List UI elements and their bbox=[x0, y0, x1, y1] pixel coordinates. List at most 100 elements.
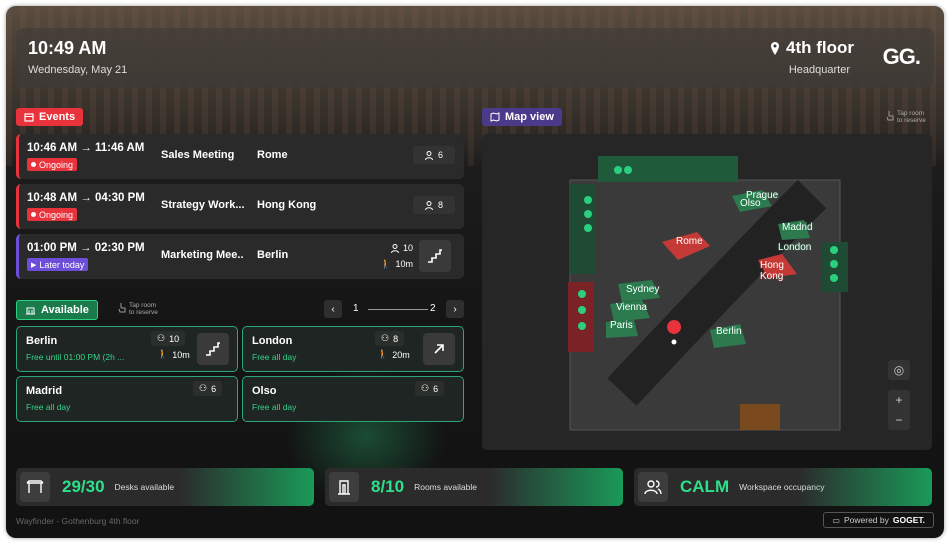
map-room-label[interactable]: Sydney bbox=[626, 284, 659, 295]
walking-icon: 🚶 bbox=[157, 349, 169, 359]
stairs-icon bbox=[206, 342, 220, 356]
event-card[interactable]: 10:46 AM → 11:46 AM Ongoing Sales Meetin… bbox=[16, 134, 464, 179]
occupancy-stat: CALM Workspace occupancy bbox=[634, 468, 932, 506]
available-room-card[interactable]: Berlin Free until 01:00 PM (2h ... ⚇ 10 🚶… bbox=[16, 326, 238, 372]
events-label: Events bbox=[16, 108, 84, 126]
pagination-line bbox=[368, 309, 428, 310]
rooms-stat: 8/10 Rooms available bbox=[325, 468, 623, 506]
map-view-label[interactable]: Map view bbox=[482, 108, 562, 126]
zoom-controls: + − bbox=[888, 390, 910, 430]
goget-brand: GOGET. bbox=[892, 515, 925, 525]
stairs-icon bbox=[428, 249, 442, 263]
chevron-left-icon: ‹ bbox=[331, 303, 335, 315]
room-status: Free all day bbox=[252, 402, 297, 412]
map-view-text: Map view bbox=[505, 111, 554, 123]
status-badge: Ongoing bbox=[27, 208, 78, 221]
recenter-button[interactable]: ◎ bbox=[888, 360, 910, 380]
walking-icon: 🚶 bbox=[377, 349, 389, 359]
event-room: Rome bbox=[257, 149, 288, 161]
map-room-label[interactable]: Olso bbox=[740, 198, 761, 209]
rooms-value: 8/10 bbox=[371, 477, 405, 496]
event-card[interactable]: 01:00 PM → 02:30 PM ▶ Later today Marketi… bbox=[16, 234, 464, 279]
next-page-button[interactable]: › bbox=[446, 300, 464, 318]
available-room-card[interactable]: Olso Free all day ⚇ 6 bbox=[242, 376, 464, 422]
desks-value: 29/30 bbox=[62, 477, 105, 496]
map-room-label[interactable]: Madrid bbox=[782, 222, 813, 233]
room-name: Madrid bbox=[26, 385, 63, 397]
footer-location: Wayfinder - Gothenburg 4th floor bbox=[16, 516, 140, 526]
available-label-text: Available bbox=[41, 304, 89, 316]
desks-stat: 29/30 Desks available bbox=[16, 468, 314, 506]
occupancy-label: Workspace occupancy bbox=[739, 482, 825, 492]
direction-button[interactable] bbox=[423, 333, 455, 365]
room-status: Free all day bbox=[252, 352, 297, 362]
person-icon: ⚇ bbox=[381, 333, 390, 343]
capacity-badge: ⚇ 10 bbox=[151, 331, 186, 346]
event-name: Sales Meeting bbox=[161, 149, 235, 161]
person-icon: ⚇ bbox=[421, 383, 430, 393]
monitor-icon: ▭ bbox=[832, 515, 840, 525]
desks-label: Desks available bbox=[114, 482, 175, 492]
building-icon bbox=[26, 307, 35, 315]
capacity-badge: ⚇ 6 bbox=[193, 381, 223, 396]
prev-page-button[interactable]: ‹ bbox=[324, 300, 342, 318]
capacity-badge: ⚇ 6 bbox=[415, 381, 445, 396]
status-badge: Ongoing bbox=[27, 158, 78, 171]
current-date: Wednesday, May 21 bbox=[28, 64, 128, 76]
map-room-label[interactable]: Berlin bbox=[716, 326, 742, 337]
header-bar: 10:49 AM Wednesday, May 21 4th floor Hea… bbox=[16, 28, 934, 88]
capacity-badge: 8 bbox=[413, 196, 455, 214]
map-room-label[interactable]: Hong Kong bbox=[760, 260, 784, 282]
available-tap-hint: Tap room to reserve bbox=[118, 302, 163, 316]
available-tap-text: Tap room to reserve bbox=[129, 302, 158, 316]
event-time: 01:00 PM → 02:30 PM bbox=[27, 242, 145, 254]
building-name: Headquarter bbox=[788, 64, 850, 76]
person-icon: ⚇ bbox=[157, 333, 166, 343]
person-icon: ⚇ bbox=[199, 383, 208, 393]
occupancy-value: CALM bbox=[680, 477, 730, 496]
walking-icon: 🚶 bbox=[380, 259, 392, 269]
map-icon bbox=[490, 112, 500, 122]
event-time: 10:46 AM → 11:46 AM bbox=[27, 142, 145, 154]
event-card[interactable]: 10:48 AM → 04:30 PM Ongoing Strategy Wor… bbox=[16, 184, 464, 229]
walk-time: 🚶 20m bbox=[377, 349, 410, 360]
map-room-label[interactable]: Rome bbox=[676, 236, 703, 247]
person-icon bbox=[424, 150, 433, 160]
wayfinder-screen: 10:49 AM Wednesday, May 21 4th floor Hea… bbox=[6, 6, 944, 538]
desk-icon bbox=[20, 472, 50, 502]
available-label: Available bbox=[16, 300, 98, 320]
page-current: 1 bbox=[353, 303, 359, 314]
event-name: Marketing Mee.. bbox=[161, 249, 244, 261]
powered-text: Powered by bbox=[843, 515, 889, 525]
available-room-card[interactable]: Madrid Free all day ⚇ 6 bbox=[16, 376, 238, 422]
map-tap-text: Tap room to reserve bbox=[897, 110, 926, 124]
capacity-walk: 10 🚶 10m bbox=[369, 240, 413, 272]
page-total: 2 bbox=[430, 303, 436, 314]
room-status: Free until 01:00 PM (2h ... bbox=[26, 352, 125, 362]
room-name: Olso bbox=[252, 385, 277, 397]
floor-map[interactable]: Prague Olso Madrid London Rome Hong Kong… bbox=[482, 134, 932, 450]
tap-hand-icon bbox=[886, 111, 894, 121]
room-name: London bbox=[252, 335, 293, 347]
arrow-up-right-icon bbox=[434, 344, 444, 354]
event-name: Strategy Work... bbox=[161, 199, 245, 211]
available-room-card[interactable]: London Free all day ⚇ 8 🚶 20m bbox=[242, 326, 464, 372]
calendar-icon bbox=[24, 113, 34, 122]
stairs-button[interactable] bbox=[197, 333, 229, 365]
capacity-badge: 6 bbox=[413, 146, 455, 164]
map-room-label[interactable]: London bbox=[778, 242, 811, 253]
map-room-label[interactable]: Paris bbox=[610, 320, 633, 331]
event-room: Berlin bbox=[257, 249, 289, 261]
current-time: 10:49 AM bbox=[28, 38, 107, 58]
zoom-out-button[interactable]: − bbox=[888, 410, 910, 430]
location-pin-icon bbox=[771, 41, 779, 55]
zoom-in-button[interactable]: + bbox=[888, 390, 910, 410]
rooms-label: Rooms available bbox=[414, 482, 477, 492]
map-room-label[interactable]: Vienna bbox=[616, 302, 647, 313]
room-status: Free all day bbox=[26, 402, 71, 412]
target-icon: ◎ bbox=[893, 363, 905, 377]
event-room: Hong Kong bbox=[257, 199, 317, 211]
person-icon bbox=[390, 243, 399, 253]
stairs-button[interactable] bbox=[419, 240, 451, 272]
floor-plan-svg bbox=[568, 156, 848, 431]
